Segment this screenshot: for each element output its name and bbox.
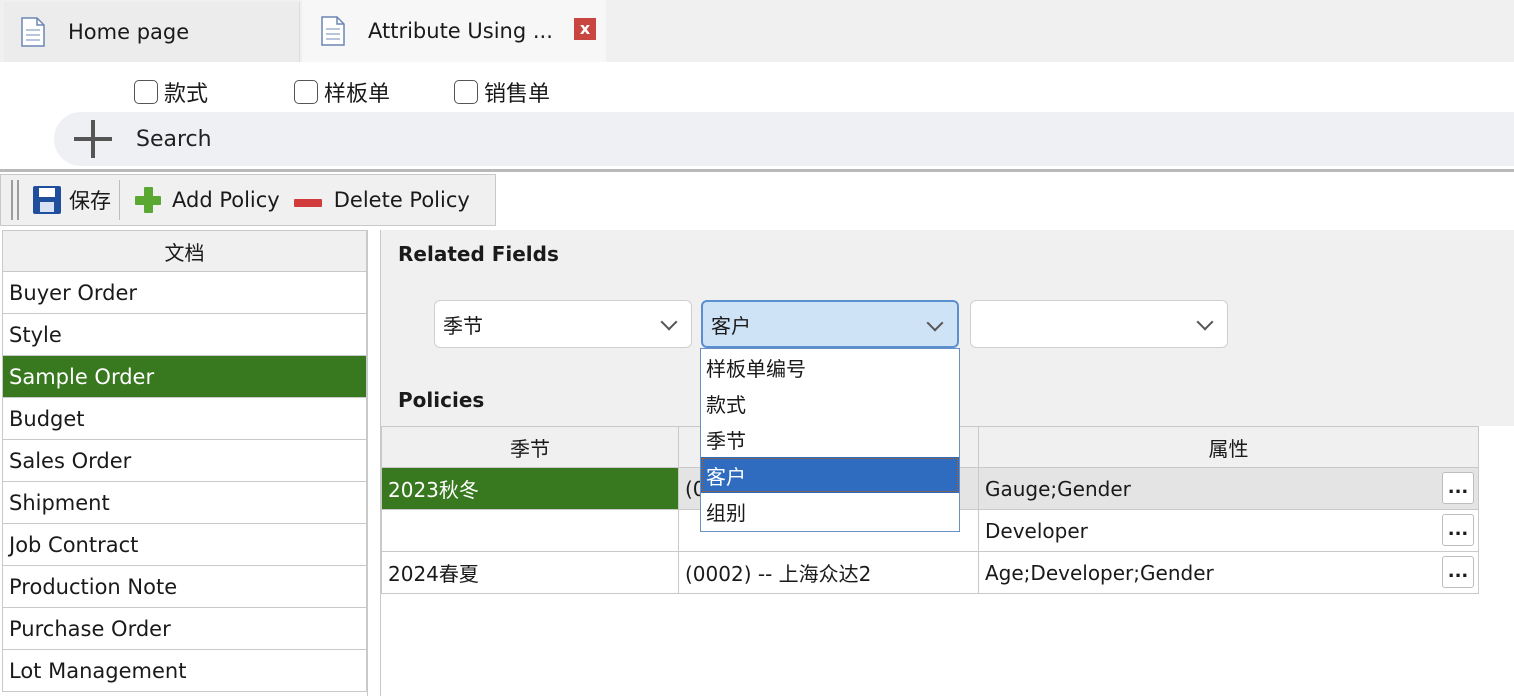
checkbox-box[interactable] xyxy=(134,80,158,104)
checkbox-box[interactable] xyxy=(294,80,318,104)
list-item[interactable]: Budget xyxy=(2,398,367,440)
list-item[interactable]: Buyer Order xyxy=(2,272,367,314)
field-select-value: 客户 xyxy=(711,313,751,338)
checkbox-sample-order[interactable]: 样板单 xyxy=(294,76,390,108)
season-cell[interactable]: 2023秋冬 xyxy=(381,468,679,510)
season-cell[interactable]: 2024春夏 xyxy=(381,552,679,594)
field-dropdown-list: 样板单编号 款式 季节 客户 组别 xyxy=(700,348,960,532)
list-item[interactable]: Purchase Order xyxy=(2,608,367,650)
field-select-2[interactable]: 客户 xyxy=(701,300,959,348)
add-policy-label: Add Policy xyxy=(172,188,280,212)
dropdown-option[interactable]: 组别 xyxy=(701,493,959,529)
delete-policy-button[interactable]: Delete Policy xyxy=(288,180,478,220)
document-list-header: 文档 xyxy=(2,230,367,272)
chevron-down-icon[interactable] xyxy=(660,313,678,331)
tab-attribute-using[interactable]: Attribute Using ... x xyxy=(302,0,606,62)
save-icon xyxy=(33,186,61,214)
tab-active-label: Attribute Using ... xyxy=(368,19,553,43)
toolbar-grip[interactable] xyxy=(11,180,19,220)
document-list: 文档 Buyer Order Style Sample Order Budget… xyxy=(2,230,368,696)
add-policy-button[interactable]: Add Policy xyxy=(120,180,288,220)
column-header[interactable]: 属性 xyxy=(979,426,1479,468)
checkbox-box[interactable] xyxy=(454,80,478,104)
add-icon xyxy=(134,186,162,214)
list-item[interactable]: Sales Order xyxy=(2,440,367,482)
ellipsis-button[interactable]: ... xyxy=(1442,514,1474,546)
divider xyxy=(0,169,1514,172)
delete-policy-label: Delete Policy xyxy=(333,188,470,212)
tab-home[interactable]: Home page xyxy=(4,2,300,62)
search-label: Search xyxy=(136,126,212,152)
checkbox-label: 样板单 xyxy=(324,82,391,107)
list-item[interactable]: Lot Management xyxy=(2,650,367,692)
tab-home-label: Home page xyxy=(68,20,190,44)
attribute-cell[interactable]: Gauge;Gender ... xyxy=(979,468,1479,510)
chevron-down-icon[interactable] xyxy=(1196,313,1214,331)
save-label: 保存 xyxy=(69,189,111,213)
related-fields-title: Related Fields xyxy=(398,242,559,266)
attribute-cell[interactable]: Age;Developer;Gender ... xyxy=(979,552,1479,594)
customer-cell[interactable]: (0002) -- 上海众达2 xyxy=(679,552,979,594)
dropdown-option[interactable]: 季节 xyxy=(701,421,959,457)
ellipsis-button[interactable]: ... xyxy=(1442,472,1474,504)
table-row[interactable]: 2024春夏 (0002) -- 上海众达2 Age;Developer;Gen… xyxy=(381,552,1481,594)
attribute-cell[interactable]: Developer ... xyxy=(979,510,1479,552)
plus-icon[interactable] xyxy=(72,118,114,160)
attribute-value: Gauge;Gender xyxy=(985,476,1131,501)
search-bar[interactable]: Search xyxy=(54,112,1514,166)
checkbox-sales-order[interactable]: 销售单 xyxy=(454,76,550,108)
attribute-value: Age;Developer;Gender xyxy=(985,560,1214,585)
checkbox-style[interactable]: 款式 xyxy=(134,76,208,108)
list-item[interactable]: Shipment xyxy=(2,482,367,524)
field-select-value: 季节 xyxy=(443,313,483,338)
minus-icon xyxy=(293,199,322,207)
checkbox-label: 销售单 xyxy=(484,82,551,107)
tab-bar: Home page Attribute Using ... x xyxy=(0,0,1514,62)
dropdown-option-highlighted[interactable]: 客户 xyxy=(701,457,959,493)
document-icon xyxy=(321,16,345,46)
policies-title: Policies xyxy=(398,388,485,412)
dropdown-option[interactable]: 款式 xyxy=(701,385,959,421)
season-cell[interactable] xyxy=(381,510,679,552)
filter-checkboxes: 款式 样板单 销售单 xyxy=(0,62,1514,112)
close-icon[interactable]: x xyxy=(574,18,596,40)
attribute-value: Developer xyxy=(985,518,1088,543)
dropdown-option[interactable]: 样板单编号 xyxy=(701,349,959,385)
list-item-selected[interactable]: Sample Order xyxy=(2,356,367,398)
checkbox-label: 款式 xyxy=(164,82,209,107)
ellipsis-button[interactable]: ... xyxy=(1442,556,1474,588)
toolbar: 保存 Add Policy Delete Policy xyxy=(0,174,496,226)
column-header[interactable]: 季节 xyxy=(381,426,679,468)
list-item[interactable]: Job Contract xyxy=(2,524,367,566)
list-item[interactable]: Style xyxy=(2,314,367,356)
field-select-3[interactable] xyxy=(970,300,1228,348)
list-item[interactable]: Production Note xyxy=(2,566,367,608)
save-button[interactable]: 保存 xyxy=(25,180,119,220)
field-select-1[interactable]: 季节 xyxy=(434,300,692,348)
document-icon xyxy=(21,17,45,47)
chevron-down-icon[interactable] xyxy=(926,314,944,332)
